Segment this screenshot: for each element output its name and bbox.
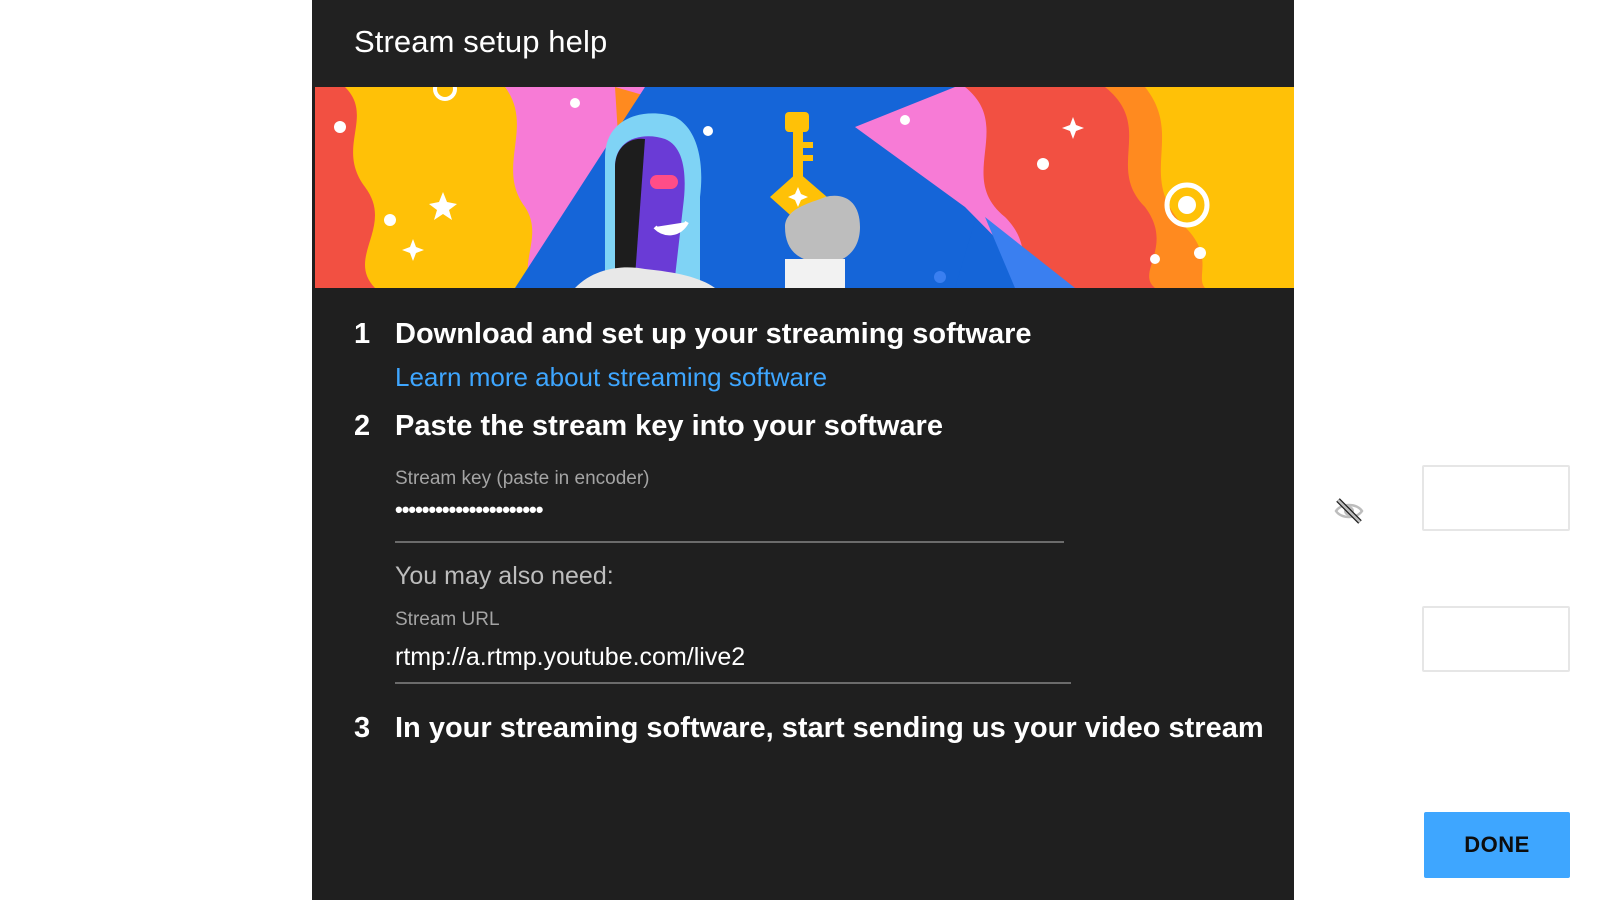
step-1-text: Download and set up your streaming softw… bbox=[395, 318, 1032, 350]
stream-url-label: Stream URL bbox=[395, 609, 500, 630]
stream-key-underline bbox=[395, 541, 1064, 543]
copy-stream-url-button[interactable]: COPY bbox=[1422, 606, 1570, 672]
step-3-text: In your streaming software, start sendin… bbox=[395, 712, 1264, 744]
step-3-number: 3 bbox=[354, 712, 371, 744]
also-need-text: You may also need: bbox=[395, 562, 614, 590]
stream-url-underline bbox=[395, 682, 1071, 684]
copy-stream-key-button[interactable]: COPY bbox=[1422, 465, 1570, 531]
done-button[interactable]: DONE bbox=[1424, 812, 1570, 878]
visibility-off-icon[interactable] bbox=[1334, 496, 1364, 526]
stream-key-label: Stream key (paste in encoder) bbox=[395, 468, 650, 489]
stream-key-input[interactable]: •••••••••••••••••••••• bbox=[395, 497, 543, 523]
stream-setup-dialog: Stream setup help 1 Download and set up … bbox=[312, 0, 1570, 900]
dialog-header: Stream setup help bbox=[312, 0, 1294, 87]
dialog-title: Stream setup help bbox=[354, 24, 608, 59]
banner-illustration bbox=[315, 87, 1294, 288]
step-1-number: 1 bbox=[354, 318, 371, 350]
learn-more-link[interactable]: Learn more about streaming software bbox=[395, 362, 827, 393]
stream-url-input[interactable]: rtmp://a.rtmp.youtube.com/live2 bbox=[395, 643, 745, 672]
step-2-text: Paste the stream key into your software bbox=[395, 410, 943, 442]
step-2-number: 2 bbox=[354, 410, 371, 442]
